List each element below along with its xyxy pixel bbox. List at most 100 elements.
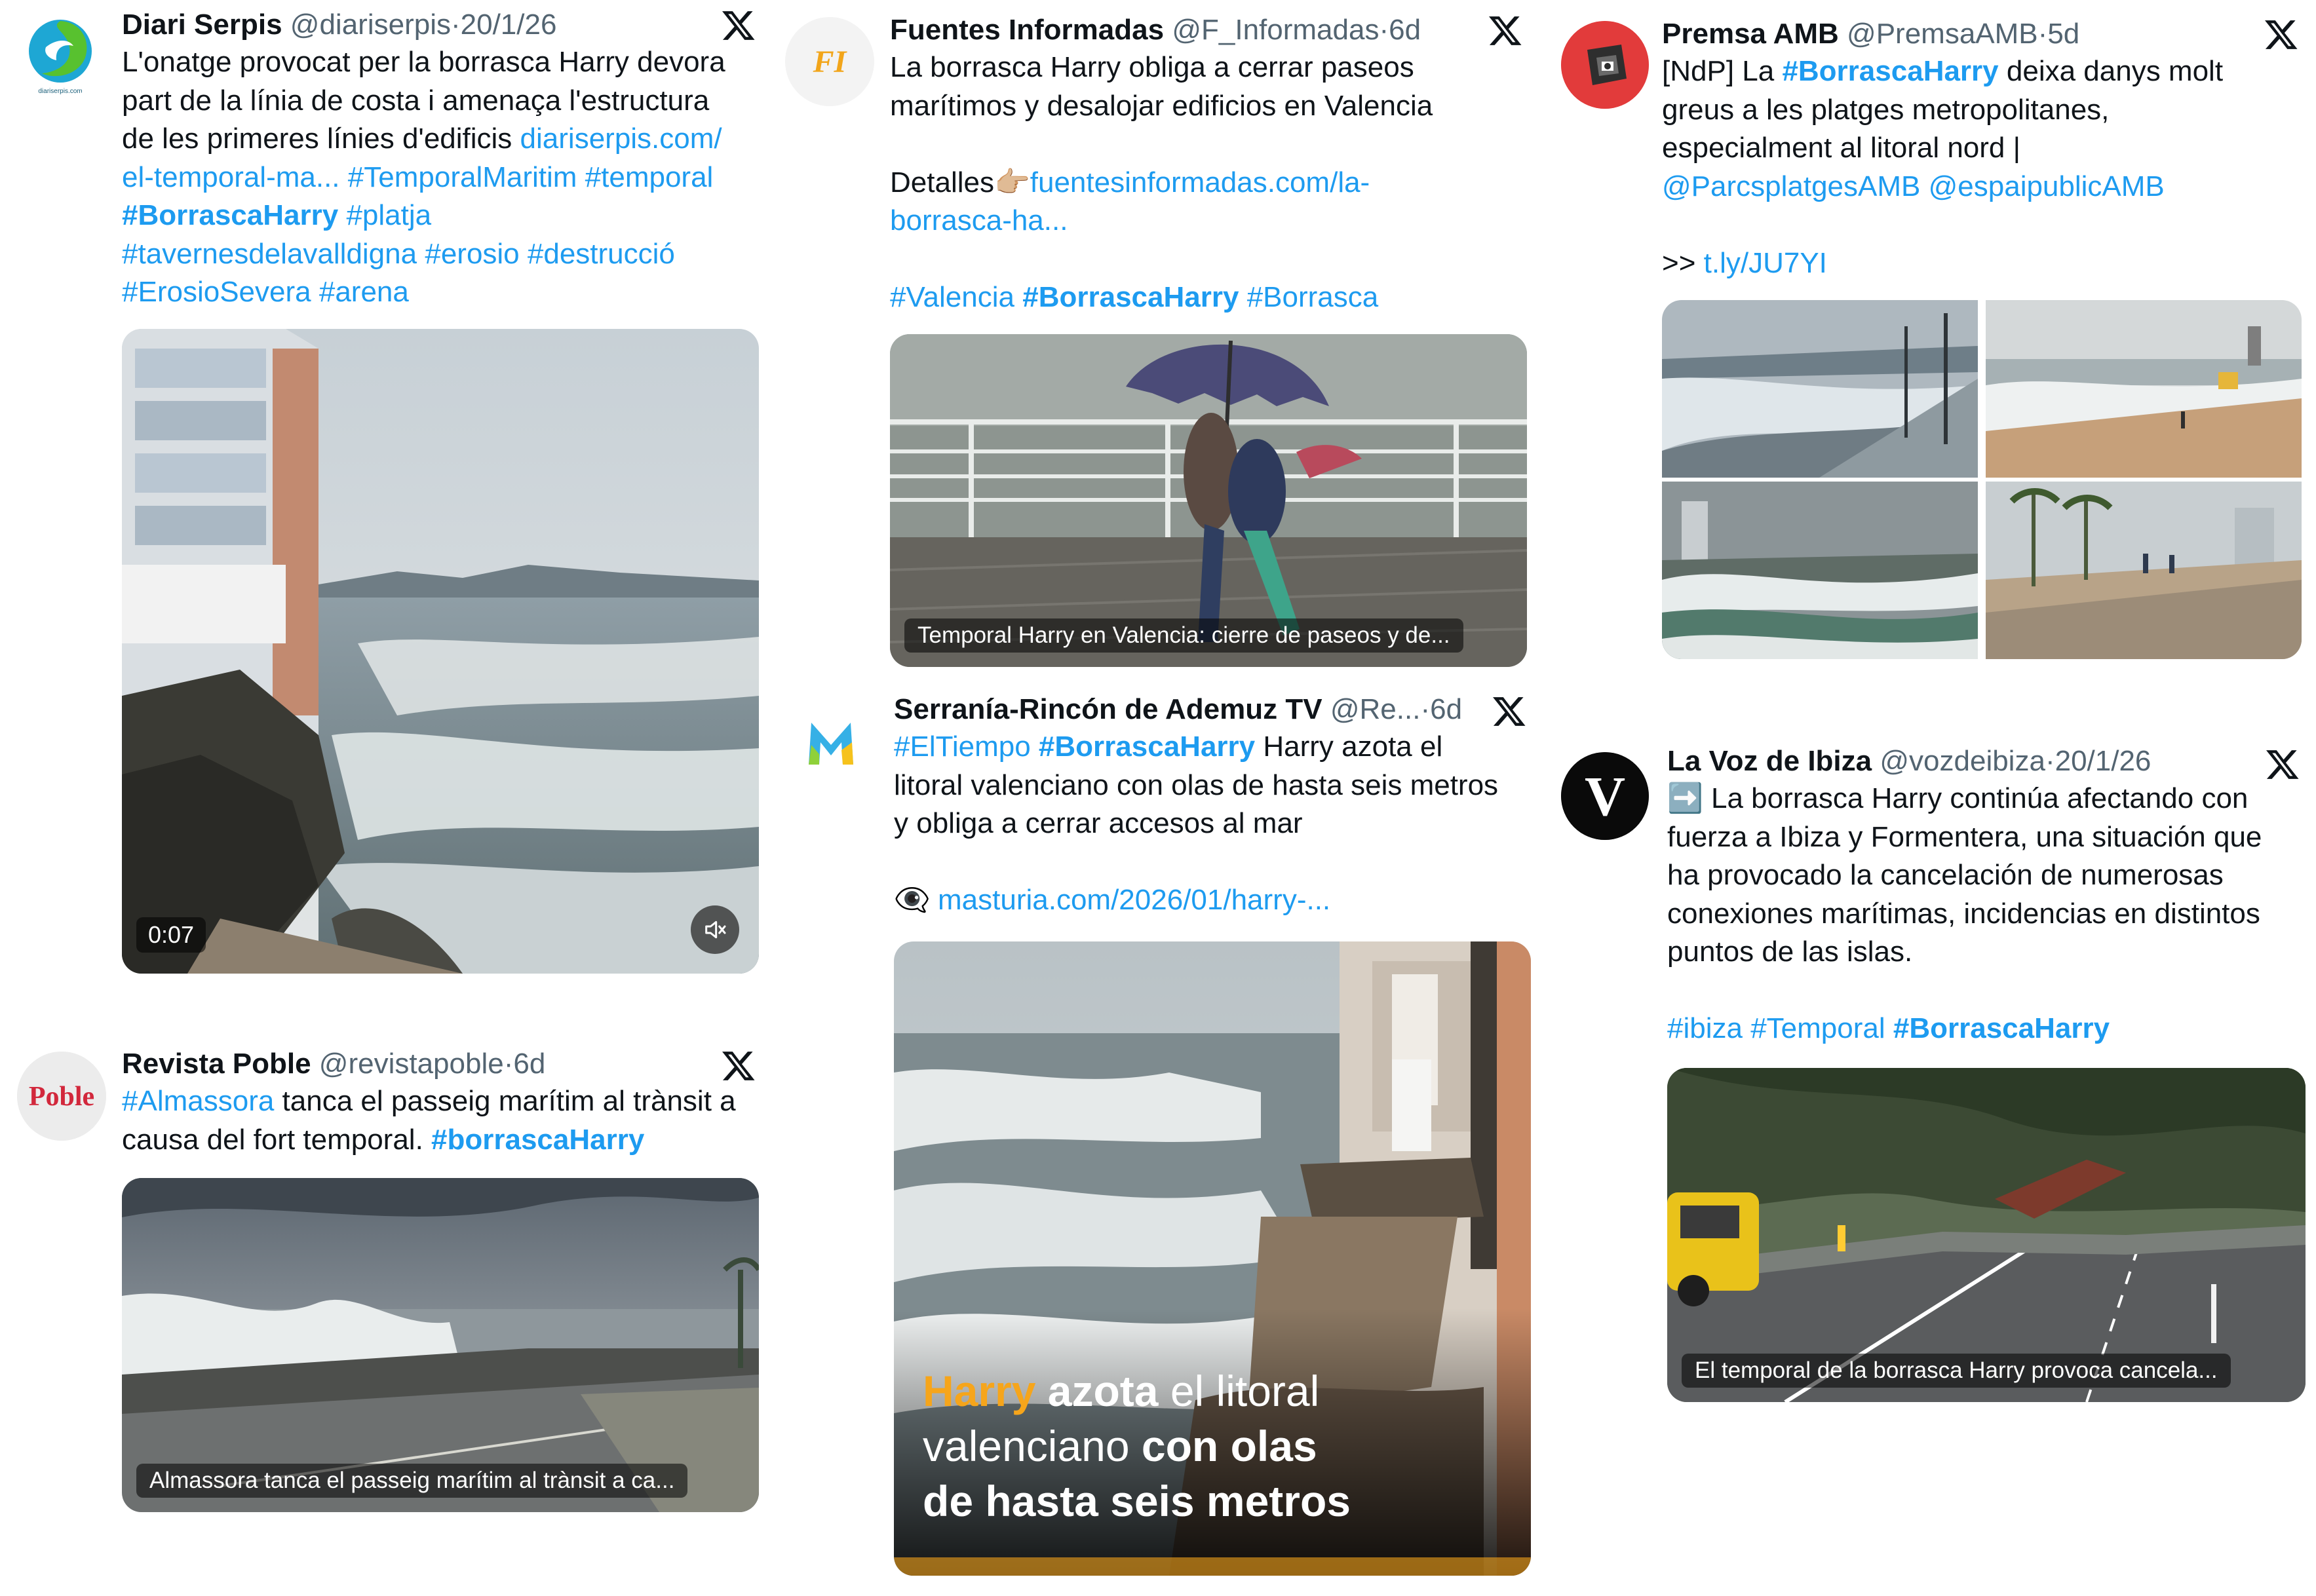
tweet-revista-poble[interactable]: Poble Revista Poble @revistapoble·6d #Al… xyxy=(0,1035,773,1527)
tweet-header: La Voz de Ibiza @vozdeibiza·20/1/26 xyxy=(1667,742,2151,781)
hashtag-link[interactable]: #BorrascaHarry xyxy=(122,199,338,231)
hashtag-link[interactable]: #borrascaHarry xyxy=(431,1124,644,1156)
beach-erosion-photo xyxy=(1986,300,2302,478)
author-name[interactable]: Revista Poble xyxy=(122,1048,311,1080)
link[interactable]: masturia.com/2026/01/harry-... xyxy=(938,884,1330,916)
tweet-diari-serpis[interactable]: diariserpis.com Diari Serpis @diariserpi… xyxy=(0,0,773,983)
author-handle[interactable]: @revistapoble xyxy=(319,1048,504,1080)
tweet-text: ➡️ La borrasca Harry continúa afectando … xyxy=(1667,780,2262,1048)
hashtag-link[interactable]: #platja xyxy=(346,199,431,231)
link[interactable]: diariserpis.com/ xyxy=(520,123,722,155)
hashtag-link[interactable]: #Borrasca xyxy=(1247,281,1379,313)
text-segment xyxy=(340,161,348,193)
tweet-text-line: #ElTiempo #BorrascaHarry Harry azota el xyxy=(894,728,1498,767)
tweet-date[interactable]: 6d xyxy=(1430,693,1462,725)
tweet-text-line: L'onatge provocat per la borrasca Harry … xyxy=(122,43,725,82)
fuentes-informadas-logo-avatar[interactable]: FI xyxy=(785,17,874,106)
grid-image-4[interactable] xyxy=(1986,482,2302,659)
text-segment xyxy=(1031,731,1039,763)
tweet-image[interactable]: El temporal de la borrasca Harry provoca… xyxy=(1667,1068,2306,1402)
tweet-video[interactable]: 0:07 xyxy=(122,329,759,974)
tweet-la-voz-de-ibiza[interactable]: V La Voz de Ibiza @vozdeibiza·20/1/26 ➡️… xyxy=(1547,734,2316,1409)
tweet-date[interactable]: 6d xyxy=(513,1048,545,1080)
x-logo-icon[interactable] xyxy=(721,8,756,43)
headline-line-2: valenciano con olas xyxy=(923,1422,1317,1470)
tweet-fuentes-informadas[interactable]: FI Fuentes Informadas @F_Informadas·6d L… xyxy=(780,0,1540,681)
author-name[interactable]: Premsa AMB xyxy=(1662,18,1839,50)
x-logo-icon[interactable] xyxy=(2265,747,2300,782)
hashtag-link[interactable]: #ibiza xyxy=(1667,1012,1743,1044)
tweet-text-line xyxy=(1662,206,2223,244)
x-logo-icon[interactable] xyxy=(1492,694,1527,729)
hashtag-link[interactable]: #arena xyxy=(319,276,409,308)
tweet-text: L'onatge provocat per la borrasca Harry … xyxy=(122,43,725,312)
hashtag-link[interactable]: #destrucció xyxy=(528,238,675,270)
hashtag-link[interactable]: #ElTiempo xyxy=(894,731,1031,763)
tweet-date[interactable]: 6d xyxy=(1389,14,1421,46)
tweet-image-grid[interactable] xyxy=(1662,300,2302,659)
tweet-date[interactable]: 20/1/26 xyxy=(2055,745,2152,777)
tweet-date[interactable]: 20/1/26 xyxy=(461,9,557,41)
hashtag-link[interactable]: #BorrascaHarry xyxy=(1039,731,1255,763)
x-logo-icon[interactable] xyxy=(1488,13,1523,48)
link[interactable]: t.ly/JU7YI xyxy=(1704,247,1827,279)
hashtag-link[interactable]: #Temporal xyxy=(1750,1012,1885,1044)
text-segment: especialment al litoral nord | xyxy=(1662,132,2021,164)
hashtag-link[interactable]: #BorrascaHarry xyxy=(1893,1012,2110,1044)
hashtag-link[interactable]: #Almassora xyxy=(122,1085,274,1117)
author-name[interactable]: Diari Serpis xyxy=(122,9,282,41)
hashtag-link[interactable]: #ErosioSevera xyxy=(122,276,311,308)
link[interactable]: @espaipublicAMB xyxy=(1929,170,2165,202)
text-segment xyxy=(338,199,346,231)
hashtag-link[interactable]: #Valencia xyxy=(890,281,1014,313)
link[interactable]: borrasca-ha... xyxy=(890,204,1068,237)
hashtag-link[interactable]: #erosio xyxy=(425,238,519,270)
tweet-image[interactable]: Harry azota el litoral valenciano con ol… xyxy=(894,941,1531,1576)
author-handle[interactable]: @Re... xyxy=(1330,693,1421,725)
author-handle[interactable]: @diariserpis xyxy=(290,9,451,41)
hashtag-link[interactable]: #BorrascaHarry xyxy=(1782,55,1998,87)
hashtag-link[interactable]: #temporal xyxy=(585,161,714,193)
text-segment xyxy=(1920,170,1928,202)
revista-poble-logo-avatar[interactable]: Poble xyxy=(17,1052,106,1141)
text-segment xyxy=(1743,1012,1750,1044)
grid-image-2[interactable] xyxy=(1986,300,2302,478)
diari-serpis-logo-avatar[interactable]: diariserpis.com xyxy=(17,12,104,98)
text-segment: [NdP] La xyxy=(1662,55,1783,87)
author-name[interactable]: Serranía-Rincón de Ademuz TV xyxy=(894,693,1322,725)
tweet-text-line: #Valencia #BorrascaHarry #Borrasca xyxy=(890,278,1433,317)
text-segment: Harry azota el xyxy=(1255,731,1443,763)
author-name[interactable]: Fuentes Informadas xyxy=(890,14,1164,46)
text-segment xyxy=(311,276,319,308)
umbrella-people-photo xyxy=(890,334,1527,667)
tweet-text-line: >> t.ly/JU7YI xyxy=(1662,244,2223,283)
hashtag-link[interactable]: #tavernesdelavalldigna xyxy=(122,238,417,270)
x-logo-icon[interactable] xyxy=(2264,17,2299,52)
premsa-amb-logo-avatar[interactable] xyxy=(1561,21,1649,109)
serrania-m-logo-avatar[interactable] xyxy=(789,699,873,783)
fallen-tree-road-photo xyxy=(1667,1068,2306,1402)
tweet-serrania-rincon-ademuz[interactable]: Serranía-Rincón de Ademuz TV @Re...·6d #… xyxy=(780,685,1540,1596)
grid-image-3[interactable] xyxy=(1662,482,1978,659)
author-name[interactable]: La Voz de Ibiza xyxy=(1667,745,1872,777)
tweet-image[interactable]: Almassora tanca el passeig marítim al tr… xyxy=(122,1178,759,1512)
link[interactable]: @ParcsplatgesAMB xyxy=(1662,170,1920,202)
speaker-muted-icon[interactable] xyxy=(691,905,739,954)
hashtag-link[interactable]: #BorrascaHarry xyxy=(1022,281,1239,313)
tweet-image[interactable]: Temporal Harry en Valencia: cierre de pa… xyxy=(890,334,1527,667)
author-handle[interactable]: @vozdeibiza xyxy=(1880,745,2045,777)
tweet-premsa-amb[interactable]: Premsa AMB @PremsaAMB·5d [NdP] La #Borra… xyxy=(1547,0,2316,668)
la-voz-v-logo-avatar[interactable]: V xyxy=(1561,752,1649,840)
tweet-text-line: greus a les platges metropolitanes, xyxy=(1662,91,2223,130)
link[interactable]: fuentesinformadas.com/la- xyxy=(1030,166,1370,199)
grid-image-1[interactable] xyxy=(1662,300,1978,478)
video-duration: 0:07 xyxy=(136,917,206,953)
author-handle[interactable]: @F_Informadas xyxy=(1172,14,1379,46)
text-segment xyxy=(417,238,425,270)
tweet-date[interactable]: 5d xyxy=(2047,18,2079,50)
link[interactable]: el-temporal-ma... xyxy=(122,161,340,193)
hashtag-link[interactable]: #TemporalMaritim xyxy=(348,161,577,193)
tweet-text: La borrasca Harry obliga a cerrar paseos… xyxy=(890,48,1433,317)
author-handle[interactable]: @PremsaAMB xyxy=(1847,18,2038,50)
x-logo-icon[interactable] xyxy=(721,1048,756,1084)
